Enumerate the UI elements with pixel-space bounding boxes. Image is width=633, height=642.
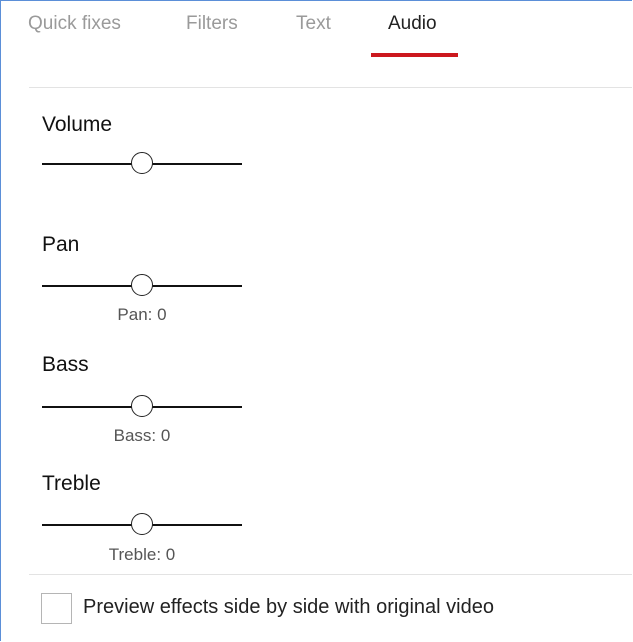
bass-slider-thumb[interactable] bbox=[131, 395, 153, 417]
active-tab-indicator bbox=[371, 53, 458, 57]
preview-checkbox[interactable] bbox=[41, 593, 72, 624]
volume-slider-thumb[interactable] bbox=[131, 152, 153, 174]
pan-slider-thumb[interactable] bbox=[131, 274, 153, 296]
tab-bar: Quick fixes Filters Text Audio bbox=[1, 1, 632, 61]
volume-slider[interactable] bbox=[42, 152, 242, 176]
treble-value: Treble: 0 bbox=[108, 545, 176, 564]
editor-panel: Quick fixes Filters Text Audio Volume Pa… bbox=[0, 0, 632, 641]
tab-text[interactable]: Text bbox=[296, 13, 331, 35]
volume-title: Volume bbox=[42, 113, 113, 136]
preview-label: Preview effects side by side with origin… bbox=[83, 596, 494, 618]
treble-slider[interactable] bbox=[42, 513, 242, 537]
tab-audio[interactable]: Audio bbox=[388, 13, 437, 35]
tabs-divider bbox=[29, 87, 632, 88]
bottom-divider bbox=[29, 574, 632, 575]
tab-filters[interactable]: Filters bbox=[186, 13, 238, 35]
pan-slider[interactable] bbox=[42, 274, 242, 298]
pan-value: Pan: 0 bbox=[117, 305, 167, 324]
treble-title: Treble bbox=[42, 472, 101, 495]
treble-slider-thumb[interactable] bbox=[131, 513, 153, 535]
bass-title: Bass bbox=[42, 353, 89, 376]
pan-title: Pan bbox=[42, 233, 80, 256]
bass-value: Bass: 0 bbox=[113, 426, 171, 445]
tab-quick-fixes[interactable]: Quick fixes bbox=[28, 13, 121, 35]
bass-slider[interactable] bbox=[42, 395, 242, 419]
